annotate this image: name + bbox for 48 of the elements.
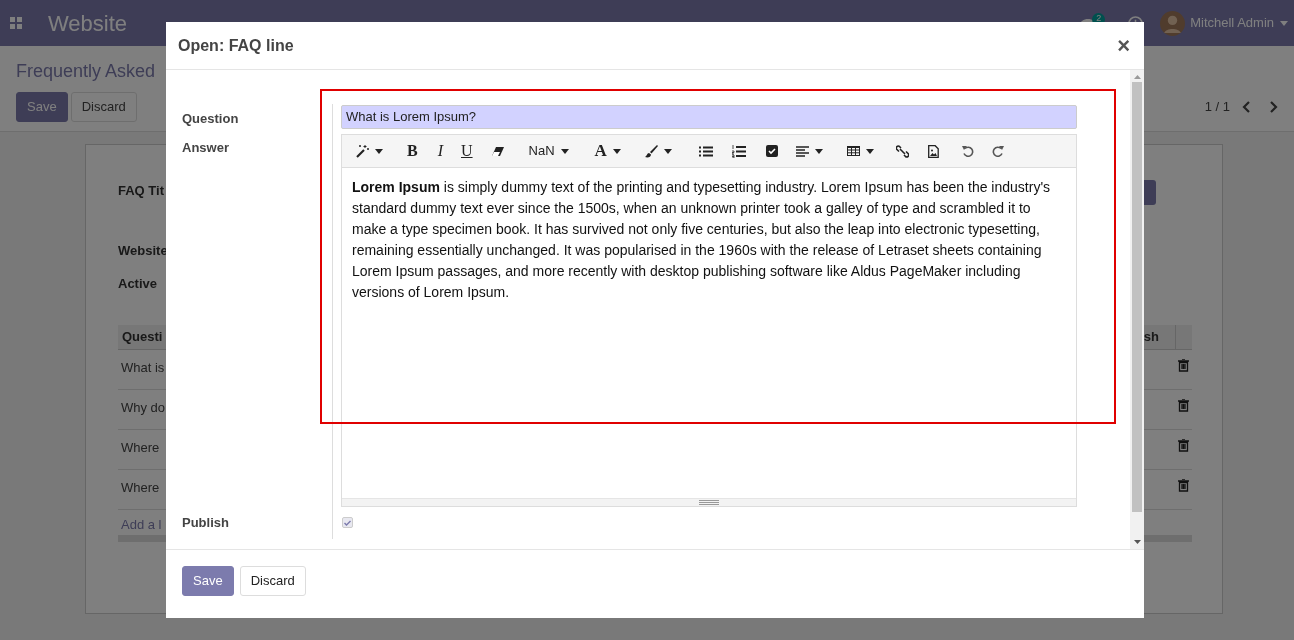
publish-checkbox[interactable]	[342, 517, 353, 528]
resize-handle-icon[interactable]	[699, 500, 719, 505]
field-label: Publish	[182, 515, 229, 530]
check-icon	[344, 519, 351, 526]
font-size-dropdown[interactable]: NaN	[528, 140, 569, 162]
dialog-title: Open: FAQ line	[178, 35, 294, 56]
table-cell-text: Why do	[120, 399, 167, 415]
save-button[interactable]: Save	[182, 566, 234, 596]
apps-grid-icon[interactable]	[10, 17, 22, 29]
table-cell-text: What is	[120, 359, 166, 375]
paintbrush-icon	[644, 144, 658, 158]
chevron-left-icon[interactable]	[1242, 101, 1251, 113]
align-left-icon	[795, 145, 809, 157]
table-icon	[846, 146, 860, 156]
answer-text[interactable]: Lorem Ipsum is simply dummy text of the printing and typesetting industry. Lorem Ipsum has been the industry's standard dummy text ever since the 1500s, when an unknown printer took a galley of type and scrambled it to make a type specimen book. It has survived not only five centuries, but also the leap into electronic typesetting, remaining essentially unchanged. It was popularised in the 1960s with the release of Letraset sheets containing Lorem Ipsum passages, and more recently with desktop publishing software like Aldus PageMaker including versions of Lorem Ipsum.	[352, 177, 1066, 303]
font-color-dropdown[interactable]: A	[594, 140, 621, 162]
field-label: FAQ Tit	[118, 182, 164, 198]
trash-icon[interactable]	[1178, 359, 1189, 372]
trash-icon[interactable]	[1178, 439, 1189, 452]
caret-icon	[1280, 20, 1288, 26]
link-icon	[895, 144, 909, 158]
discard-button[interactable]: Discard	[239, 566, 306, 596]
undo-icon	[961, 145, 974, 157]
field-label: Question	[182, 111, 239, 126]
numbered-list-icon	[731, 144, 746, 158]
redo-icon	[991, 145, 1004, 157]
image-icon	[927, 144, 939, 158]
eraser-icon	[490, 145, 505, 157]
bold-button[interactable]: B	[407, 140, 418, 162]
chevron-right-icon[interactable]	[1269, 101, 1278, 113]
table-cell-text: Where	[120, 439, 161, 455]
discard-button[interactable]: Discard	[70, 92, 137, 122]
underline-button[interactable]: U	[461, 140, 473, 162]
table-cell-text: Where	[120, 479, 161, 495]
checkbox-icon	[765, 145, 778, 157]
field-label: Answer	[182, 140, 229, 155]
field-label: Active	[118, 275, 158, 291]
trash-icon[interactable]	[1178, 479, 1189, 492]
field-label: Website	[118, 242, 168, 258]
close-button[interactable]: ×	[1115, 34, 1132, 57]
scrollbar[interactable]	[1130, 70, 1144, 549]
bullet-list-icon	[698, 145, 713, 157]
italic-button[interactable]: I	[437, 140, 443, 162]
pager-value: 1 / 1	[1204, 98, 1230, 117]
magic-wand-icon	[356, 144, 369, 158]
trash-icon[interactable]	[1178, 399, 1189, 412]
scroll-down-icon[interactable]	[1133, 540, 1141, 544]
question-field[interactable]: What is Lorem Ipsum?	[341, 104, 1077, 129]
